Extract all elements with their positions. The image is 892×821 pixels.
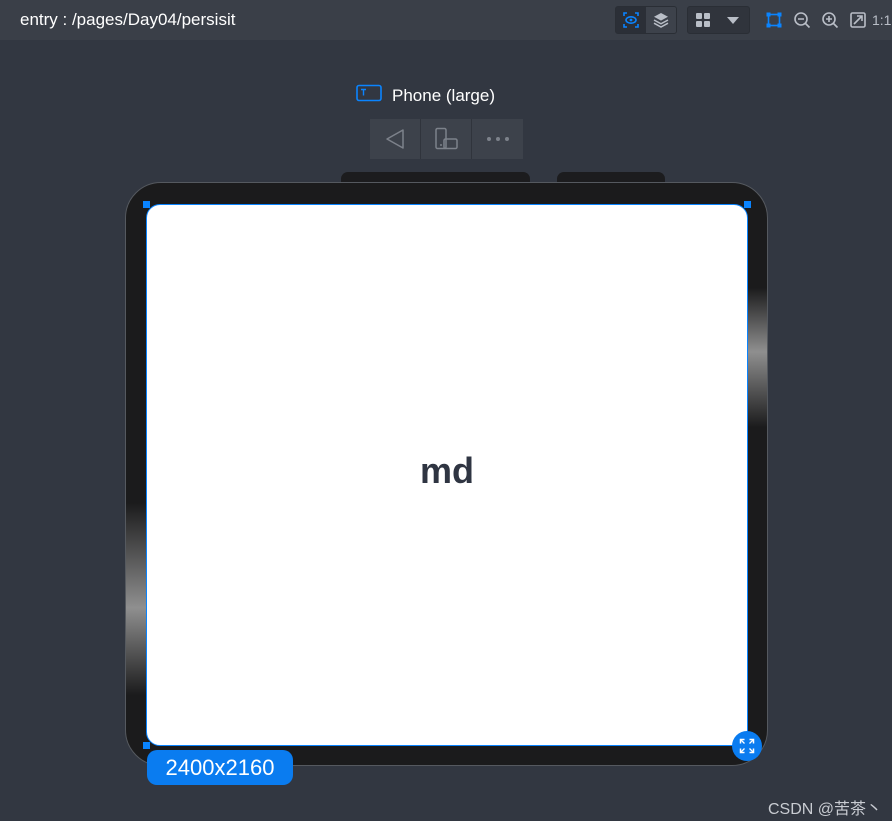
back-icon[interactable] bbox=[370, 119, 421, 159]
zoom-out-icon[interactable] bbox=[788, 6, 816, 34]
selection-handle-top-right[interactable] bbox=[744, 201, 751, 208]
device-tag-icon bbox=[356, 84, 382, 107]
selection-handle-top-left[interactable] bbox=[143, 201, 150, 208]
layout-dropdown[interactable] bbox=[687, 6, 750, 34]
watermark: CSDN @苦茶丶 bbox=[767, 801, 882, 818]
zoom-in-icon[interactable] bbox=[816, 6, 844, 34]
device-screen[interactable]: md bbox=[146, 204, 748, 746]
device-label[interactable]: Phone (large) bbox=[356, 84, 495, 107]
fit-screen-icon[interactable] bbox=[844, 6, 872, 34]
select-frame-icon[interactable] bbox=[760, 6, 788, 34]
ratio-button[interactable]: 1:1 bbox=[872, 12, 892, 28]
eye-scan-icon[interactable] bbox=[616, 7, 646, 33]
view-mode-group bbox=[615, 6, 677, 34]
page-path: entry : /pages/Day04/persisit bbox=[20, 10, 236, 29]
top-toolbar: entry : /pages/Day04/persisit 1:1 bbox=[0, 0, 892, 40]
toolbar-tools: 1:1 bbox=[615, 5, 892, 35]
selection-handle-bottom-left[interactable] bbox=[143, 742, 150, 749]
rotate-device-icon[interactable] bbox=[421, 119, 472, 159]
layers-icon[interactable] bbox=[646, 7, 676, 33]
device-name: Phone (large) bbox=[392, 85, 496, 105]
grid-icon bbox=[688, 7, 718, 33]
expand-icon[interactable] bbox=[732, 731, 762, 761]
size-badge: 2400x2160 bbox=[147, 750, 293, 785]
more-icon[interactable] bbox=[472, 119, 523, 159]
device-controls bbox=[370, 119, 523, 159]
screen-text: md bbox=[420, 450, 474, 491]
caret-down-icon bbox=[718, 7, 748, 33]
